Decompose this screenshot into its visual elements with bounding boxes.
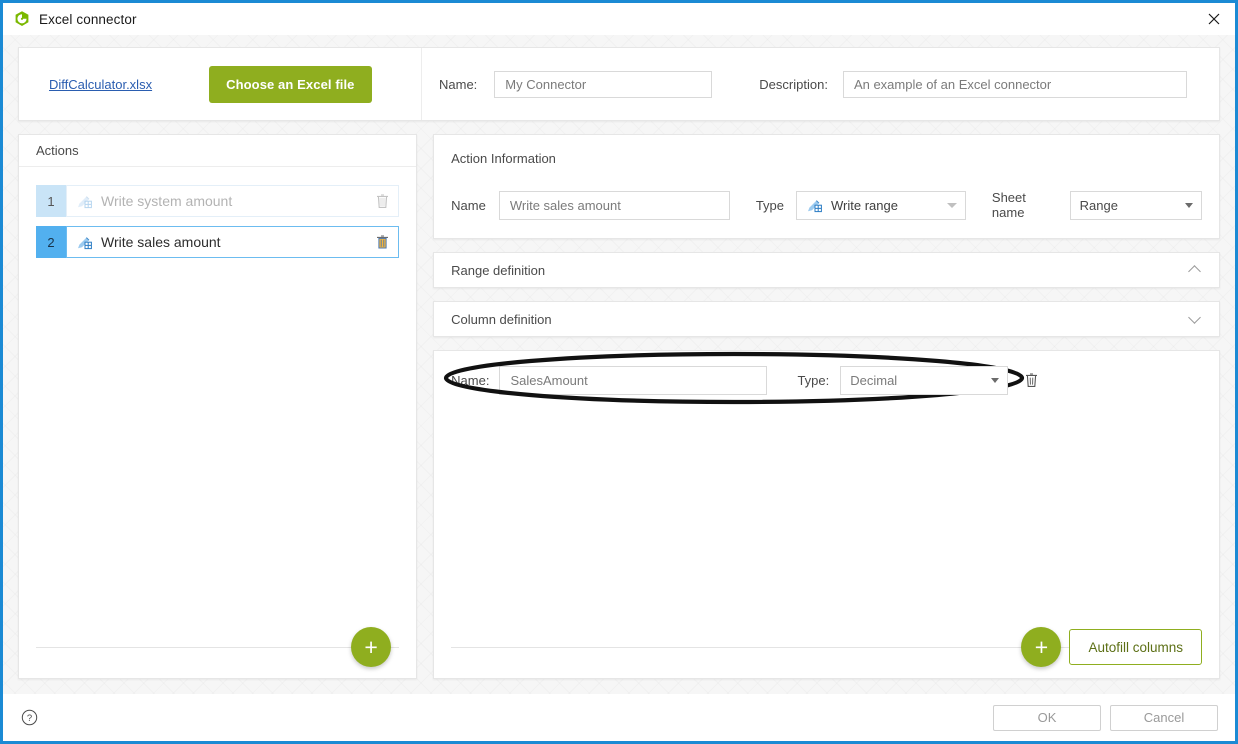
excel-file-link[interactable]: DiffCalculator.xlsx [49,77,152,92]
action-list-item-1[interactable]: 1 Write system amount [36,185,400,217]
sheet-name-value: Range [1079,197,1118,213]
close-window-button[interactable] [1193,3,1235,34]
action-index: 1 [36,185,66,217]
choose-excel-file-button[interactable]: Choose an Excel file [209,65,372,103]
file-chooser-area: DiffCalculator.xlsx Choose an Excel file [19,48,422,120]
chevron-up-icon[interactable] [1189,266,1202,274]
action-label: Write system amount [101,193,233,209]
sheet-name-select[interactable]: Range [1069,190,1203,220]
column-type-label: Type: [797,372,830,388]
title-bar: Excel connector [3,3,1235,35]
column-name-input[interactable] [499,365,768,395]
column-name-label: Name: [451,372,490,388]
close-icon [1208,13,1220,24]
write-range-icon [808,199,822,212]
connector-meta-area: Name: Description: [422,48,1219,120]
action-information-heading: Action Information [451,151,556,166]
actions-list: 1 Write system amount 2 Write sales amou… [19,167,416,616]
action-name-input[interactable] [498,190,730,220]
delete-action-icon[interactable] [375,193,390,209]
action-list-item-2[interactable]: 2 Write sales amount [36,226,400,258]
column-definition-footer: + Autofill columns [434,616,1219,678]
dialog-footer: ? OK Cancel [3,694,1235,741]
divider [36,646,400,648]
chevron-down-icon [991,377,1000,383]
action-label: Write sales amount [101,234,221,250]
range-definition-title: Range definition [451,262,546,278]
excel-connector-icon [15,11,29,26]
divider [451,646,1070,648]
action-index: 2 [36,226,66,258]
connector-name-input[interactable] [494,70,713,98]
write-range-icon [78,195,92,208]
write-range-icon [78,236,92,249]
action-information-panel: Action Information Name Type Write range [433,134,1220,239]
chevron-down-icon [1185,202,1194,208]
column-type-select[interactable]: Decimal [840,365,1009,395]
dialog-body: DiffCalculator.xlsx Choose an Excel file… [3,35,1235,741]
cancel-button[interactable]: Cancel [1110,704,1218,731]
main-content: Actions 1 Write system amount 2 Write sa… [18,134,1220,679]
column-definition-panel: Name: Type: Decimal [433,350,1220,679]
actions-heading: Actions [19,135,417,167]
connector-description-label: Description: [759,76,828,92]
add-action-button[interactable]: + [351,627,392,667]
action-name-label: Name [451,197,486,213]
connector-name-label: Name: [439,76,478,92]
actions-footer: + [19,616,416,678]
connector-description-input[interactable] [842,70,1187,98]
column-rows: Name: Type: Decimal [434,351,1219,616]
action-detail-column: Action Information Name Type Write range [433,134,1220,679]
add-column-button[interactable]: + [1021,627,1062,667]
help-icon[interactable]: ? [21,709,38,726]
sheet-name-label: Sheet name [991,190,1026,220]
column-type-value: Decimal [850,372,898,388]
action-type-select[interactable]: Write range [796,190,966,220]
column-definition-title: Column definition [451,311,552,327]
chevron-down-icon[interactable] [1189,315,1202,323]
delete-column-icon[interactable] [1024,372,1039,388]
action-type-label: Type [755,197,785,213]
ok-button[interactable]: OK [993,704,1101,731]
actions-panel: Actions 1 Write system amount 2 Write sa… [18,134,418,679]
range-definition-section-header[interactable]: Range definition [433,252,1220,288]
column-row: Name: Type: Decimal [444,351,1202,405]
connector-header-panel: DiffCalculator.xlsx Choose an Excel file… [18,47,1220,121]
window-title: Excel connector [39,11,137,27]
svg-text:?: ? [27,713,32,724]
column-definition-section-header[interactable]: Column definition [433,301,1220,337]
action-type-value: Write range [831,197,898,213]
autofill-columns-button[interactable]: Autofill columns [1069,629,1202,665]
chevron-down-icon [946,202,957,208]
delete-action-icon[interactable] [375,234,390,250]
